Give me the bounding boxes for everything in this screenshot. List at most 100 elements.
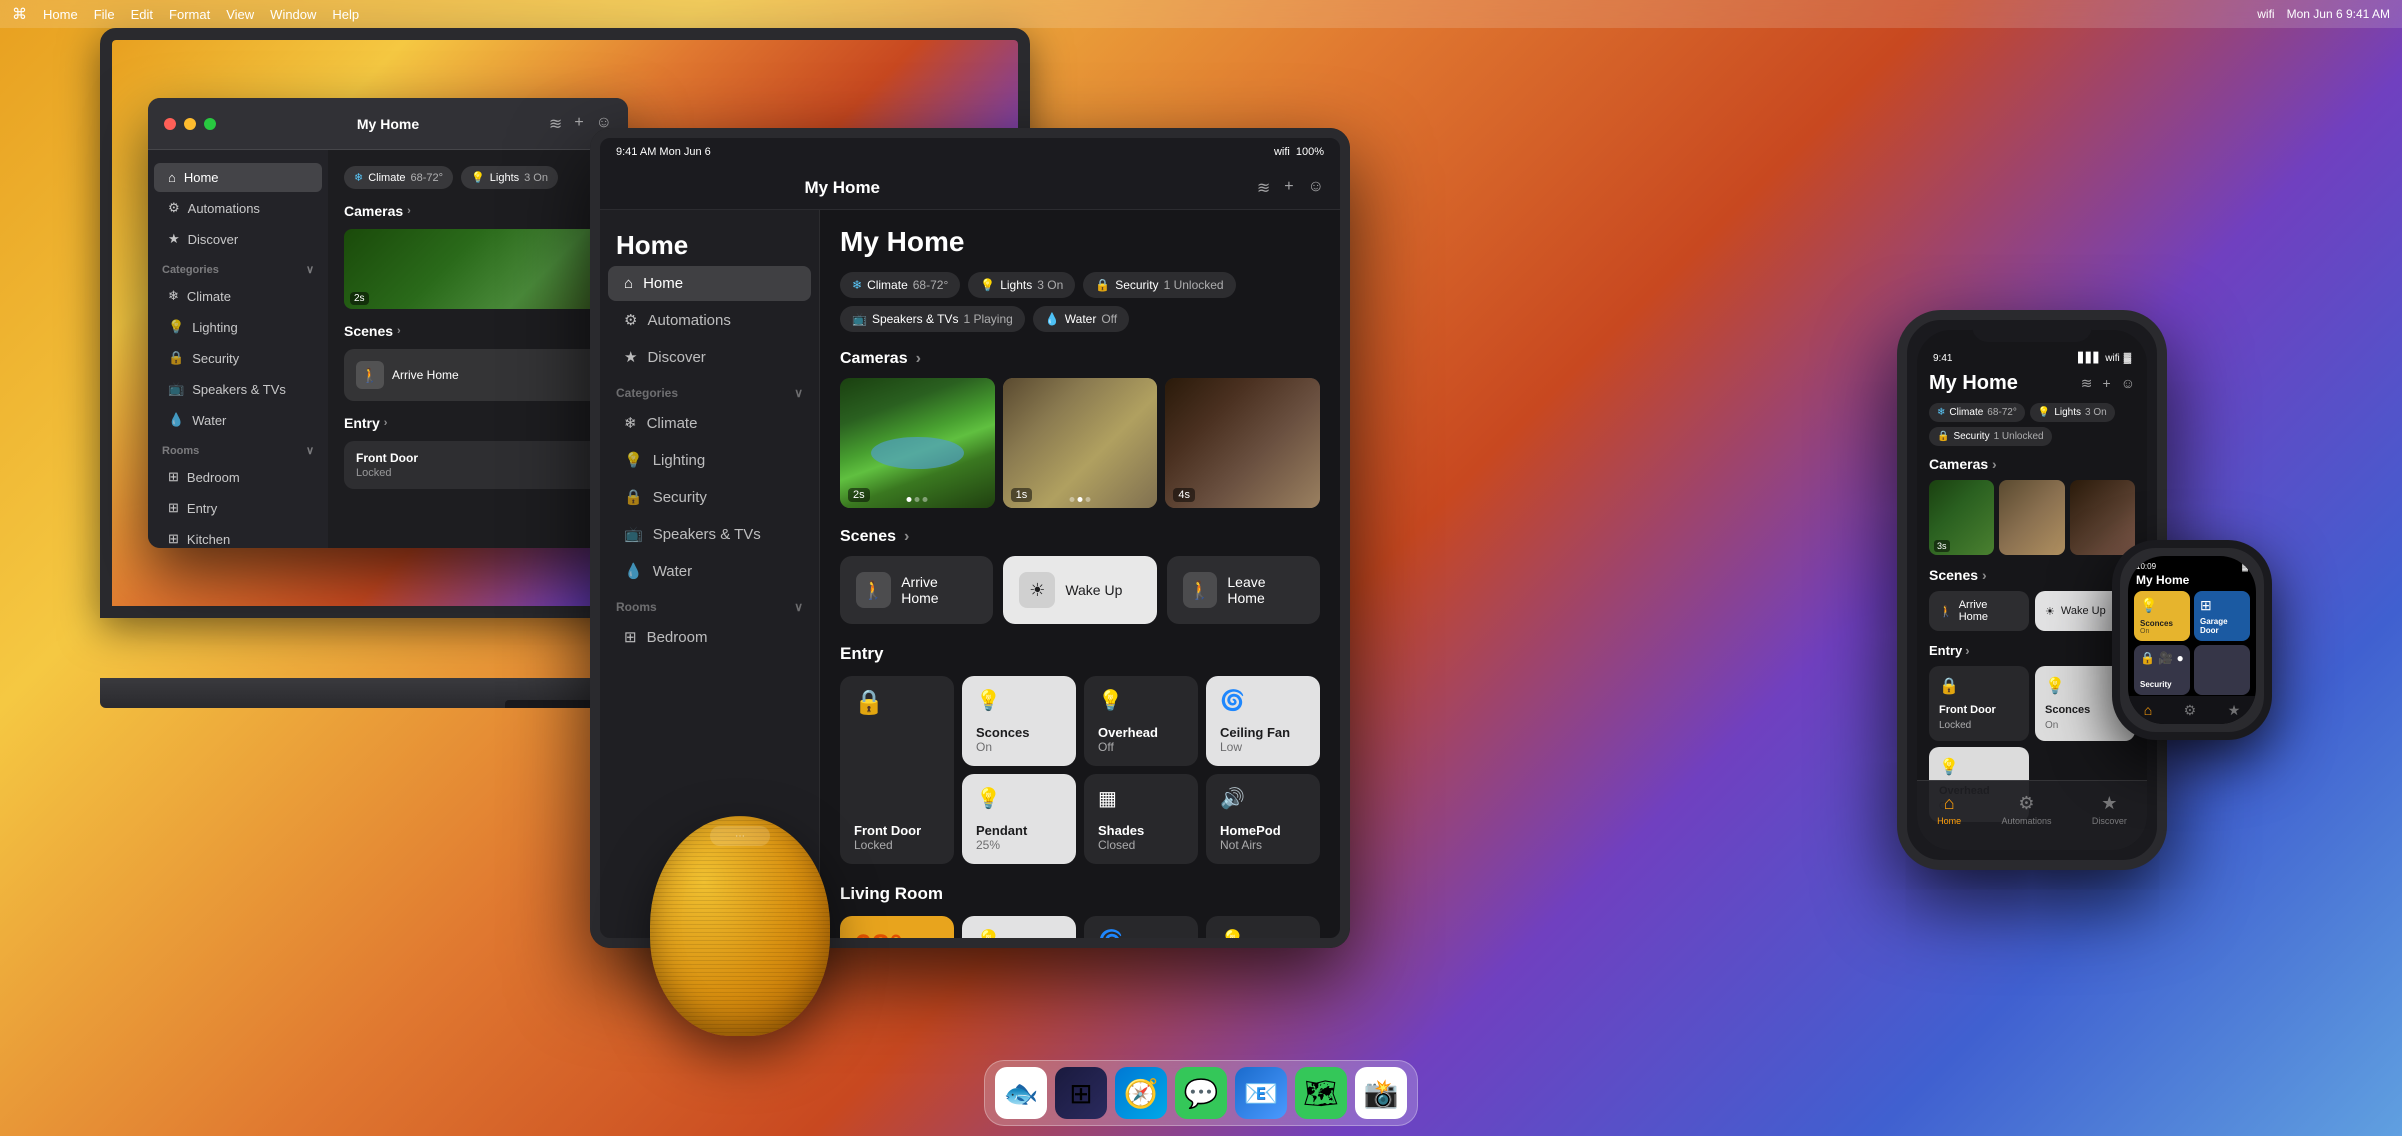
- ipad-ceiling-fan-card[interactable]: 🌀 Ceiling Fan Low: [1206, 676, 1320, 766]
- ipad-wake-up-scene[interactable]: ☀ Wake Up: [1003, 556, 1156, 624]
- ipad-climate-chip[interactable]: ❄ Climate 68-72°: [840, 272, 960, 298]
- watch-sconces-card[interactable]: 💡 Sconces On: [2134, 591, 2190, 641]
- watch-tab-discover[interactable]: ★: [2228, 702, 2241, 719]
- dock-mail[interactable]: 📧: [1235, 1067, 1287, 1119]
- iphone-front-door[interactable]: 🔒 Front Door Locked: [1929, 666, 2029, 741]
- ipad-sidebar-discover[interactable]: ★ Discover: [608, 339, 811, 375]
- iphone-tab-home[interactable]: ⌂ Home: [1937, 793, 1961, 826]
- ipad-sidebar-automations[interactable]: ⚙ Automations: [608, 302, 811, 338]
- dock-messages[interactable]: 💬: [1175, 1067, 1227, 1119]
- ipad-sconces-card[interactable]: 💡 Sconces On: [962, 676, 1076, 766]
- dock-safari[interactable]: 🧭: [1115, 1067, 1167, 1119]
- ipad-sidebar-bedroom[interactable]: ⊞ Bedroom: [608, 619, 811, 655]
- menu-view[interactable]: View: [226, 7, 254, 22]
- entry-section-title[interactable]: Entry ›: [344, 415, 612, 431]
- climate-chip[interactable]: ❄ Climate 68-72°: [344, 166, 453, 189]
- sconces-status: On: [976, 740, 1062, 754]
- watch-garage-card[interactable]: ⊞ Garage Door: [2194, 591, 2250, 641]
- ipad-ceiling-lights-card[interactable]: 💡 Ceiling Lights 90%: [962, 916, 1076, 938]
- ipad-sidebar-climate[interactable]: ❄ Climate: [608, 405, 811, 441]
- mic-icon[interactable]: ≋: [549, 114, 562, 134]
- speakers-icon: 📺: [168, 381, 184, 397]
- ipad-smart-fan-card[interactable]: 🌀 Smart Fan Off: [1084, 916, 1198, 938]
- sidebar-item-kitchen[interactable]: ⊞ Kitchen: [154, 524, 322, 548]
- menu-format[interactable]: Format: [169, 7, 210, 22]
- sidebar-item-water[interactable]: 💧 Water: [154, 405, 322, 435]
- iphone-arrive-home[interactable]: 🚶 Arrive Home: [1929, 591, 2029, 631]
- watch-security-card[interactable]: 🔒 🎥 ● Security: [2134, 645, 2190, 695]
- iphone-tab-discover[interactable]: ★ Discover: [2092, 793, 2127, 826]
- iphone-lights-chip[interactable]: 💡 Lights 3 On: [2030, 403, 2115, 422]
- ipad-pendant-card[interactable]: 💡 Pendant 25%: [962, 774, 1076, 864]
- apple-menu[interactable]: ⌘: [12, 5, 27, 23]
- menu-window[interactable]: Window: [270, 7, 316, 22]
- sidebar-item-entry[interactable]: ⊞ Entry: [154, 493, 322, 523]
- ipad-camera-3[interactable]: 4s: [1165, 378, 1320, 508]
- ipad-add-icon[interactable]: +: [1284, 178, 1293, 198]
- shades-status: Closed: [1098, 838, 1184, 852]
- iphone-climate-chip[interactable]: ❄ Climate 68-72°: [1929, 403, 2025, 422]
- sidebar-item-climate[interactable]: ❄ Climate: [154, 281, 322, 311]
- iphone-add-icon[interactable]: +: [2103, 375, 2111, 392]
- sidebar-item-security[interactable]: 🔒 Security: [154, 343, 322, 373]
- app-name[interactable]: Home: [43, 7, 78, 22]
- ipad-sidebar-lighting[interactable]: 💡 Lighting: [608, 442, 811, 478]
- sidebar-item-lighting[interactable]: 💡 Lighting: [154, 312, 322, 342]
- iphone-cameras-title[interactable]: Cameras ›: [1917, 456, 2147, 480]
- sidebar-item-bedroom[interactable]: ⊞ Bedroom: [154, 462, 322, 492]
- ipad-overhead-card[interactable]: 💡 Overhead Off: [1084, 676, 1198, 766]
- ipad-thermostat-card[interactable]: 68° Thermostat Heating to 70: [840, 916, 954, 938]
- ipad-arrive-home-scene[interactable]: 🚶 Arrive Home: [840, 556, 993, 624]
- iphone-cam-1[interactable]: 3s: [1929, 480, 1994, 555]
- ipad-camera-2[interactable]: 1s: [1003, 378, 1158, 508]
- dock-maps[interactable]: 🗺: [1295, 1067, 1347, 1119]
- mac-camera-1[interactable]: 2s: [344, 229, 612, 309]
- sidebar-item-speakers[interactable]: 📺 Speakers & TVs: [154, 374, 322, 404]
- ipad-accent-lights-card[interactable]: 💡 Accent L Off: [1206, 916, 1320, 938]
- iphone-mic-icon[interactable]: ≋: [2081, 375, 2093, 392]
- ipad-camera-1[interactable]: 2s: [840, 378, 995, 508]
- menu-help[interactable]: Help: [332, 7, 359, 22]
- watch-tab-home[interactable]: ⌂: [2144, 702, 2152, 718]
- close-button[interactable]: [164, 118, 176, 130]
- ipad-sidebar-speakers[interactable]: 📺 Speakers & TVs: [608, 516, 811, 552]
- minimize-button[interactable]: [184, 118, 196, 130]
- dock-photos[interactable]: 📸: [1355, 1067, 1407, 1119]
- ipad-sidebar-security[interactable]: 🔒 Security: [608, 479, 811, 515]
- ipad-sidebar-water[interactable]: 💧 Water: [608, 553, 811, 589]
- ipad-security-chip[interactable]: 🔒 Security 1 Unlocked: [1083, 272, 1235, 298]
- add-icon[interactable]: +: [574, 114, 583, 134]
- ipad-sidebar-home[interactable]: ⌂ Home: [608, 266, 811, 301]
- dock-launchpad[interactable]: ⊞: [1055, 1067, 1107, 1119]
- iphone-tab-automations[interactable]: ⚙ Automations: [2001, 793, 2051, 826]
- dock-finder[interactable]: 🐟: [995, 1067, 1047, 1119]
- ipad-water-chip[interactable]: 💧 Water Off: [1033, 306, 1129, 332]
- ceiling-fan-name: Ceiling Fan: [1220, 725, 1306, 740]
- maximize-button[interactable]: [204, 118, 216, 130]
- ipad-cameras-title[interactable]: Cameras ›: [840, 350, 1320, 368]
- ipad-smiley-icon[interactable]: ☺: [1308, 178, 1324, 198]
- menu-edit[interactable]: Edit: [131, 7, 153, 22]
- ipad-speakers-chip[interactable]: 📺 Speakers & TVs 1 Playing: [840, 306, 1025, 332]
- ipad-front-door-card[interactable]: 🔒 Front Door Locked: [840, 676, 954, 864]
- ipad-homepod-card[interactable]: 🔊 HomePod Not Airs: [1206, 774, 1320, 864]
- ipad-scenes-title[interactable]: Scenes ›: [840, 528, 1320, 546]
- ipad-leave-home-scene[interactable]: 🚶 Leave Home: [1167, 556, 1320, 624]
- ipad-shades-card[interactable]: ▦ Shades Closed: [1084, 774, 1198, 864]
- scenes-section-title[interactable]: Scenes ›: [344, 323, 612, 339]
- ipad-mic-icon[interactable]: ≋: [1257, 178, 1270, 198]
- sidebar-item-discover[interactable]: ★ Discover: [154, 224, 322, 254]
- menu-file[interactable]: File: [94, 7, 115, 22]
- cameras-section-title[interactable]: Cameras ›: [344, 203, 612, 219]
- sidebar-item-automations[interactable]: ⚙ Automations: [154, 193, 322, 223]
- watch-title: My Home: [2128, 573, 2256, 591]
- ipad-lights-chip[interactable]: 💡 Lights 3 On: [968, 272, 1075, 298]
- arrive-home-scene[interactable]: 🚶 Arrive Home: [344, 349, 612, 401]
- iphone-security-chip[interactable]: 🔒 Security 1 Unlocked: [1929, 427, 2052, 446]
- iphone-smiley-icon[interactable]: ☺: [2121, 375, 2135, 392]
- watch-tab-automations[interactable]: ⚙: [2184, 702, 2197, 719]
- front-door-card[interactable]: Front Door Locked: [344, 441, 612, 489]
- sidebar-item-home[interactable]: ⌂ Home: [154, 163, 322, 192]
- iphone-cam-2[interactable]: [1999, 480, 2064, 555]
- lights-chip[interactable]: 💡 Lights 3 On: [461, 166, 558, 189]
